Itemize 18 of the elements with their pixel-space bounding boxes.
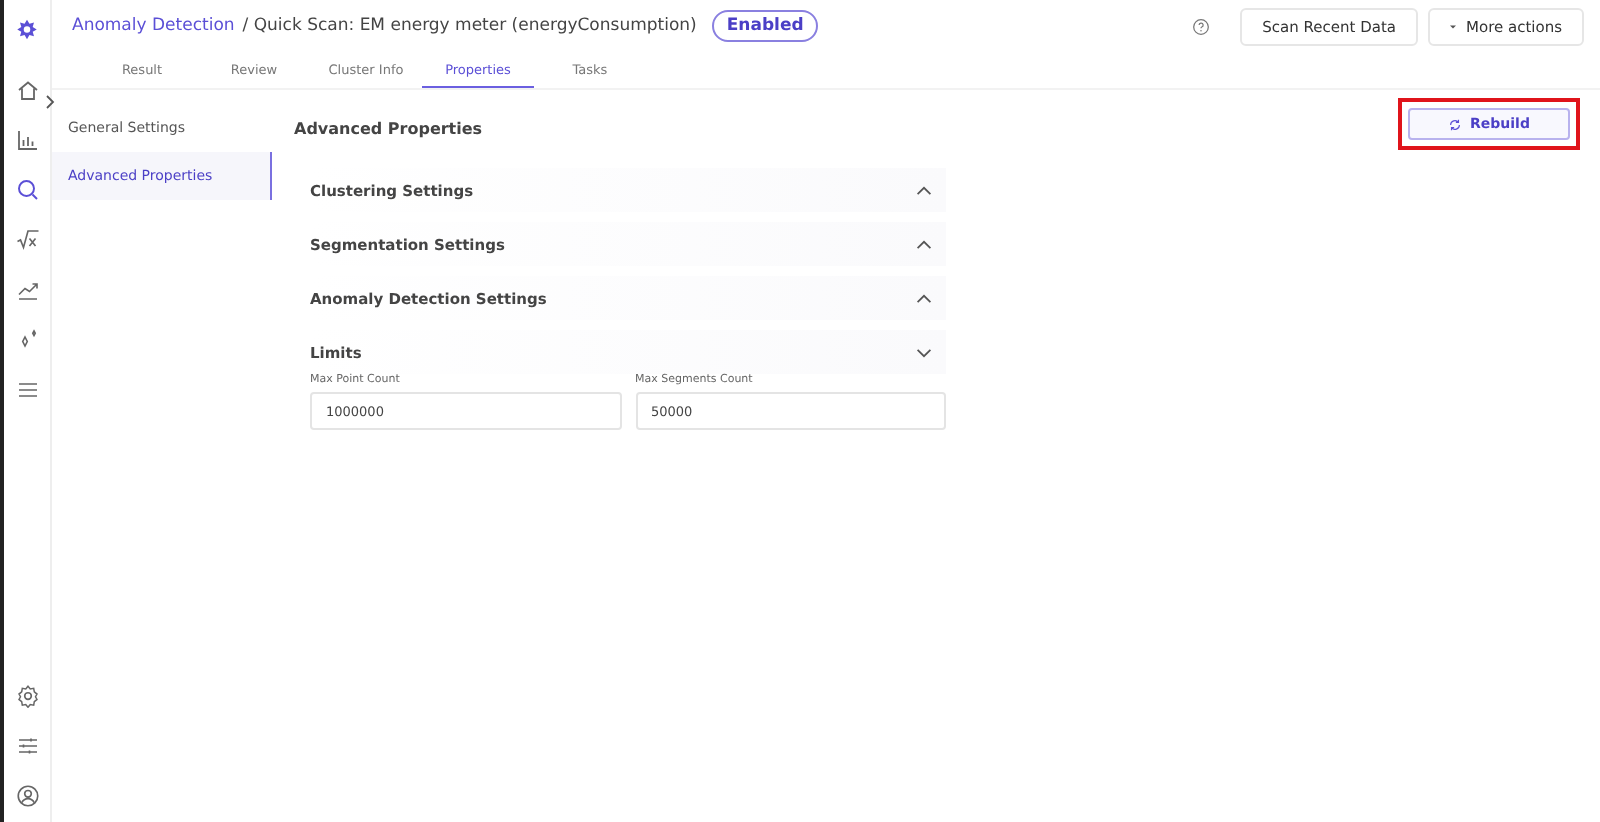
refresh-icon <box>1448 117 1463 131</box>
settings-icon[interactable] <box>15 684 39 708</box>
status-badge: Enabled <box>712 10 818 42</box>
logo-icon[interactable] <box>14 18 40 44</box>
chart-icon[interactable] <box>15 128 39 152</box>
breadcrumb-link[interactable]: Anomaly Detection <box>72 16 235 36</box>
search-icon[interactable] <box>15 178 39 202</box>
help-icon[interactable] <box>1192 17 1211 35</box>
menu-icon[interactable] <box>15 378 39 402</box>
sliders-icon[interactable] <box>15 734 39 758</box>
page-title: / Quick Scan: EM energy meter (energyConsumption) <box>242 16 697 36</box>
user-icon[interactable] <box>15 784 39 808</box>
trend-icon[interactable] <box>15 278 39 302</box>
caret-icon <box>1450 23 1457 30</box>
home-icon[interactable] <box>15 78 39 102</box>
panel-title: Advanced Properties <box>294 119 483 137</box>
expand-icon[interactable] <box>44 94 56 110</box>
square-root-icon[interactable] <box>15 228 39 252</box>
